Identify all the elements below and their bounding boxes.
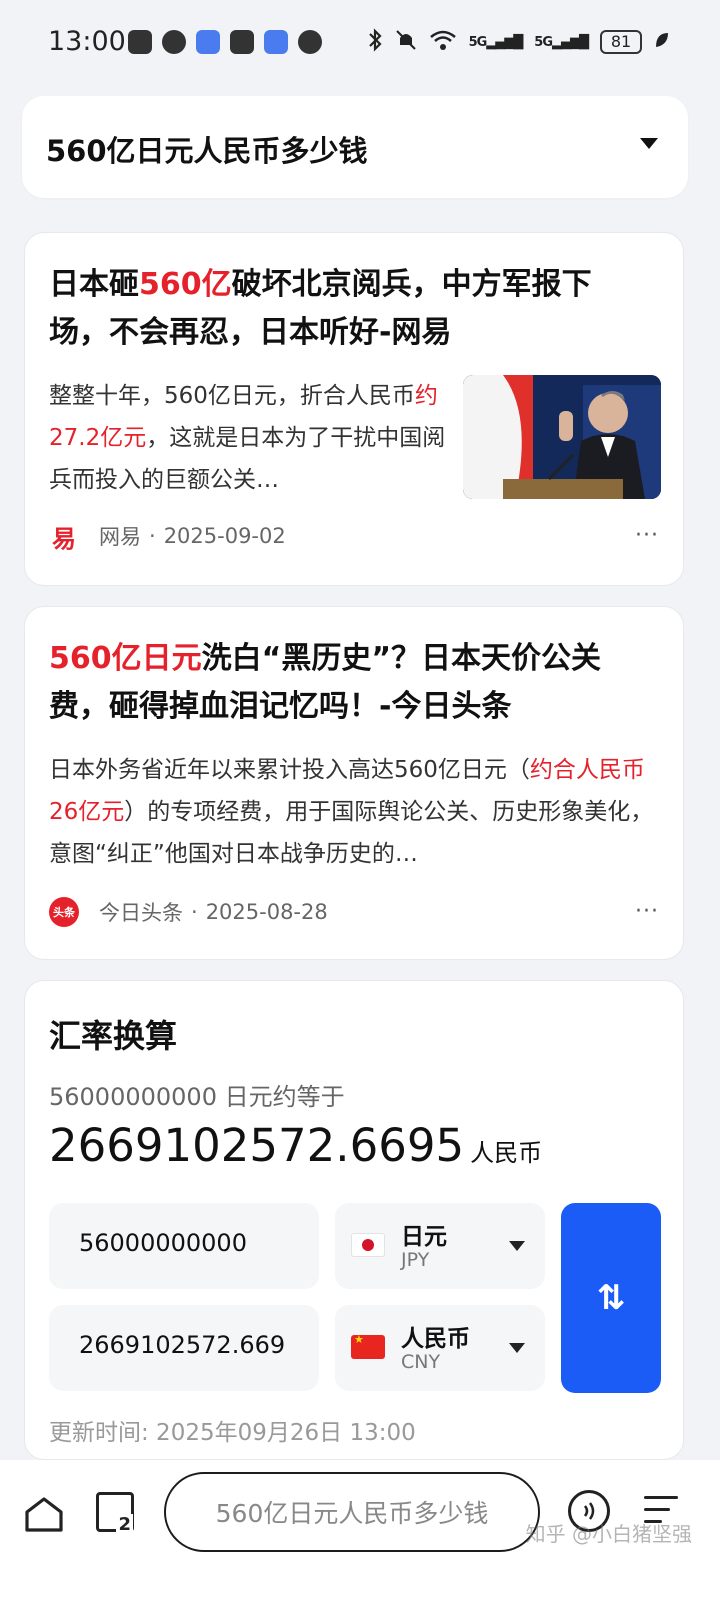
converter-result: 2669102572.6695 人民币 [49,1119,542,1172]
audio-icon [298,30,322,54]
wifi-icon [429,29,457,55]
result-snippet: 日本外务省近年以来累计投入高达560亿日元（约合人民币26亿元）的专项经费，用于… [49,757,654,867]
swap-icon: ⇅ [596,1278,626,1318]
alarm-icon [162,30,186,54]
more-options-icon[interactable]: ··· [635,899,659,924]
more-options-icon[interactable]: ··· [635,523,659,548]
update-time: 更新时间: 2025年09月26日 13:00 [49,1420,416,1446]
converter-subtitle: 56000000000 日元约等于 [49,1083,345,1111]
battery-icon: 81 [600,30,642,54]
chevron-down-icon [509,1343,525,1353]
tab-count: 2 [116,1514,133,1535]
mute-icon [395,28,417,56]
result-source[interactable]: 头条 今日头条 · 2025-08-28 [49,897,328,927]
result-value: 2669102572.6695 [49,1119,465,1172]
result-source[interactable]: 易 网易 · 2025-09-02 [49,521,286,553]
chevron-down-icon[interactable] [640,138,658,149]
leaf-icon [654,31,670,53]
to-amount-field[interactable] [49,1305,319,1391]
result-card-1[interactable]: 日本砸560亿破坏北京阅兵，中方军报下场，不会再忍，日本听好-网易 整整十年，5… [24,232,684,586]
status-time: 13:00 [48,26,126,57]
signal-icon-1: 5G▂▄▆█ [468,34,524,50]
chat-app-icon [230,30,254,54]
query-text: 560亿日元人民币多少钱 [46,134,368,168]
tabs-button[interactable]: 2 [96,1492,134,1535]
to-amount-input[interactable] [79,1331,285,1359]
tieba-icon [196,30,220,54]
china-flag-icon [351,1333,385,1359]
from-currency-name: 日元 [401,1224,447,1250]
signal-icon-2: 5G▂▄▆█ [534,34,589,50]
toutiao-logo-icon: 头条 [49,897,79,927]
result-card-2[interactable]: 560亿日元洗白“黑历史”？日本天价公关费，砸得掉血泪记忆吗！-今日头条 日本外… [24,606,684,960]
message-icon [264,30,288,54]
bottom-toolbar: 2 560亿日元人民币多少钱 知乎 @小白猪坚强 [0,1460,720,1598]
notification-icons [128,30,322,54]
netease-logo-icon: 易 [49,521,79,553]
watermark: 知乎 @小白猪坚强 [525,1522,692,1546]
converter-title: 汇率换算 [49,1017,178,1055]
separator: · [149,524,156,548]
from-amount-input[interactable] [79,1229,285,1257]
source-name: 今日头条 [99,901,183,925]
to-currency-code: CNY [401,1351,441,1373]
japan-flag-icon [351,1233,385,1257]
to-currency-select[interactable]: 人民币 CNY [335,1305,545,1391]
to-currency-name: 人民币 [401,1326,470,1352]
from-amount-field[interactable] [49,1203,319,1289]
status-bar: 13:00 5G▂▄▆█ 5G▂▄▆█ 81 [0,0,720,88]
from-currency-code: JPY [401,1249,430,1271]
query-header[interactable]: 560亿日元人民币多少钱 [22,96,688,198]
swap-currency-button[interactable]: ⇅ [561,1203,661,1393]
result-title[interactable]: 日本砸560亿破坏北京阅兵，中方军报下场，不会再忍，日本听好-网易 [49,261,649,357]
from-currency-select[interactable]: 日元 JPY [335,1203,545,1289]
separator: · [191,900,198,924]
system-icons: 5G▂▄▆█ 5G▂▄▆█ 81 [367,28,670,56]
source-name: 网易 [99,525,141,549]
result-snippet: 整整十年，560亿日元，折合人民币约27.2亿元，这就是日本为了干扰中国阅兵而投… [49,383,446,493]
result-thumbnail[interactable] [463,375,661,499]
result-unit: 人民币 [470,1139,543,1167]
source-date: 2025-08-28 [205,900,328,924]
source-date: 2025-09-02 [163,524,286,548]
currency-converter-card: 汇率换算 56000000000 日元约等于 2669102572.6695 人民… [24,980,684,1460]
result-title[interactable]: 560亿日元洗白“黑历史”？日本天价公关费，砸得掉血泪记忆吗！-今日头条 [49,635,659,731]
bottom-search-bar[interactable]: 560亿日元人民币多少钱 [164,1472,540,1552]
nfc-icon [128,30,152,54]
home-icon[interactable] [24,1496,64,1532]
bluetooth-icon [367,28,383,56]
chevron-down-icon [509,1241,525,1251]
